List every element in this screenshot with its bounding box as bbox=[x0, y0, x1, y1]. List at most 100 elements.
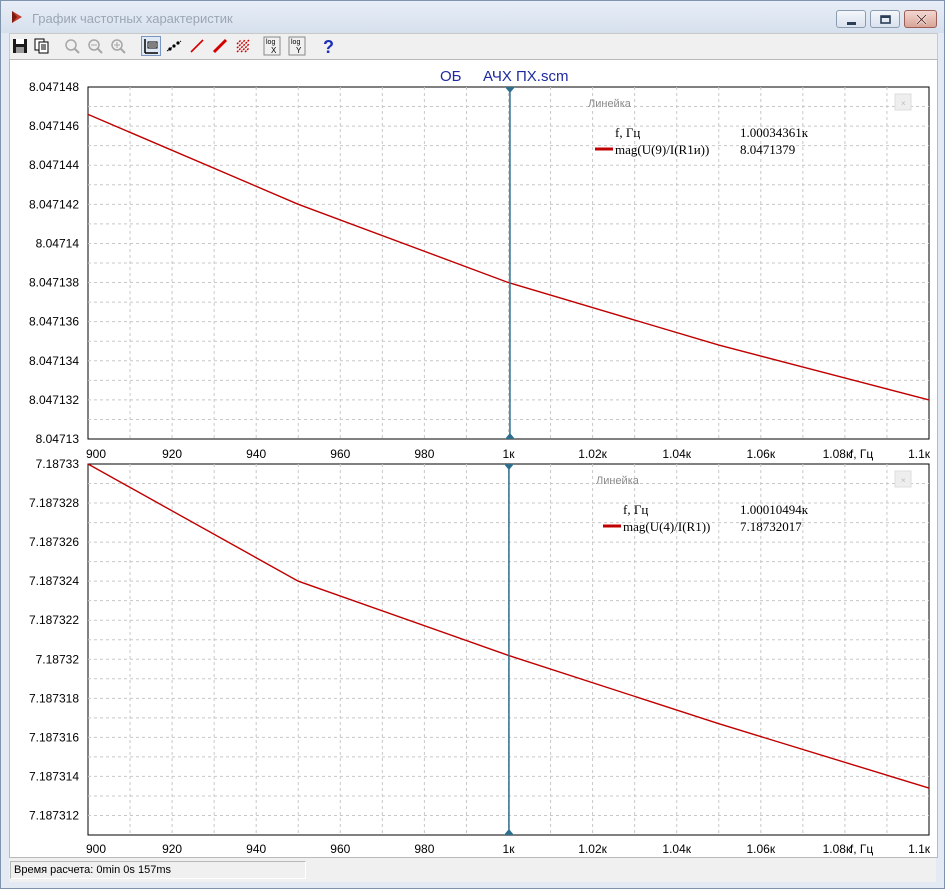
log-x-button[interactable]: log X bbox=[262, 36, 282, 56]
plot-area[interactable]: ОБ АЧХ ПХ.scm 8.04713 8.047132 8.047134 8.0… bbox=[9, 59, 938, 858]
bold-line-button[interactable] bbox=[210, 36, 230, 56]
y-tick-label: 8.047144 bbox=[29, 158, 79, 172]
y-tick-label: 7.187322 bbox=[29, 613, 79, 627]
restore-button[interactable] bbox=[870, 10, 900, 28]
copy-button[interactable] bbox=[32, 36, 52, 56]
minimize-icon bbox=[847, 22, 856, 25]
log-x-bottom: X bbox=[271, 46, 277, 55]
y-tick-label: 7.187324 bbox=[29, 574, 79, 588]
zoom-out-icon bbox=[88, 39, 103, 54]
copy-icon bbox=[34, 38, 49, 54]
line-button[interactable] bbox=[187, 36, 207, 56]
chart-panel-1: 8.04713 8.047132 8.047134 8.047136 8.047138 8… bbox=[29, 80, 931, 461]
plot-title-left: ОБ bbox=[440, 68, 462, 85]
x-tick-label: 1.04к bbox=[662, 842, 691, 856]
x-tick-label: 1.02к bbox=[578, 447, 607, 461]
x-tick-label: 920 bbox=[162, 447, 182, 461]
zoom-icon bbox=[65, 39, 80, 54]
y-tick-label: 8.047142 bbox=[29, 197, 79, 211]
y-tick-label: 8.047148 bbox=[29, 80, 79, 94]
log-x-icon: log X bbox=[263, 36, 281, 56]
close-icon bbox=[916, 14, 927, 25]
log-y-bottom: Y bbox=[296, 46, 302, 55]
x-tick-label: 1.04к bbox=[662, 447, 691, 461]
hatch-button[interactable] bbox=[233, 36, 253, 56]
ruler-freq-value: 1.00034361к bbox=[740, 125, 809, 140]
save-icon bbox=[13, 39, 27, 53]
help-icon: ? bbox=[323, 37, 334, 56]
toolbar: log X log Y ? bbox=[9, 33, 938, 60]
ruler-icon bbox=[144, 39, 158, 54]
y-tick-label: 8.047134 bbox=[29, 354, 79, 368]
y-tick-label: 7.18732 bbox=[36, 652, 80, 666]
ruler-series-label: mag(U(9)/I(R1и)) bbox=[615, 142, 709, 157]
x-tick-label: 1.02к bbox=[578, 842, 607, 856]
points-button[interactable] bbox=[164, 36, 184, 56]
ruler-button[interactable] bbox=[141, 36, 161, 56]
x-axis-label: f, Гц bbox=[850, 842, 874, 856]
y-tick-label: 7.187316 bbox=[29, 730, 79, 744]
x-tick-label: 940 bbox=[246, 842, 266, 856]
x-tick-label: 920 bbox=[162, 842, 182, 856]
plot-title-right: АЧХ ПХ.scm bbox=[483, 68, 568, 85]
zoom-out-button[interactable] bbox=[85, 36, 105, 56]
y-tick-label: 7.187328 bbox=[29, 496, 79, 510]
points-icon bbox=[166, 40, 182, 52]
y-tick-label: 7.187312 bbox=[29, 808, 79, 822]
x-tick-label: 1к bbox=[503, 842, 516, 856]
y-tick-label: 7.187318 bbox=[29, 691, 79, 705]
x-tick-label: 980 bbox=[414, 842, 434, 856]
minimize-button[interactable] bbox=[836, 10, 866, 28]
x-tick-label: 960 bbox=[330, 447, 350, 461]
y-tick-label: 7.187326 bbox=[29, 535, 79, 549]
close-button[interactable] bbox=[904, 10, 937, 28]
log-x-top: log bbox=[266, 39, 275, 46]
ruler-freq-value: 1.00010494к bbox=[740, 502, 809, 517]
x-tick-label: 940 bbox=[246, 447, 266, 461]
y-tick-label: 8.047132 bbox=[29, 393, 79, 407]
x-tick-label: 1.08к bbox=[823, 447, 852, 461]
zoom-button[interactable] bbox=[62, 36, 82, 56]
zoom-in-button[interactable] bbox=[108, 36, 128, 56]
status-calc-time: Время расчета: 0min 0s 157ms bbox=[10, 861, 306, 879]
y-tick-label: 8.04713 bbox=[36, 432, 80, 446]
x-tick-label: 1.06к bbox=[746, 447, 775, 461]
line-icon bbox=[190, 39, 204, 53]
x-tick-label: 1.06к bbox=[746, 842, 775, 856]
log-y-top: log bbox=[291, 39, 300, 46]
x-tick-label: 1.1к bbox=[908, 447, 931, 461]
y-tick-label: 7.187314 bbox=[29, 769, 79, 783]
ruler-series-value: 8.0471379 bbox=[740, 142, 795, 157]
x-tick-label: 960 bbox=[330, 842, 350, 856]
y-tick-label: 8.047136 bbox=[29, 315, 79, 329]
ruler-close-glyph: × bbox=[901, 476, 906, 485]
x-tick-label: 1к bbox=[503, 447, 516, 461]
save-button[interactable] bbox=[10, 36, 30, 56]
ruler-freq-label: f, Гц bbox=[615, 125, 640, 140]
x-tick-label: 980 bbox=[414, 447, 434, 461]
ruler-series-label: mag(U(4)/I(R1)) bbox=[623, 519, 710, 534]
help-glyph: ? bbox=[323, 37, 334, 56]
y-tick-label: 8.047138 bbox=[29, 276, 79, 290]
restore-icon bbox=[880, 15, 891, 24]
x-tick-label: 900 bbox=[86, 842, 106, 856]
y-tick-label: 8.047146 bbox=[29, 119, 79, 133]
ruler-freq-label: f, Гц bbox=[623, 502, 648, 517]
x-tick-label: 1.1к bbox=[908, 842, 931, 856]
title-bar: График частотных характеристик bbox=[1, 1, 944, 33]
x-tick-label: 900 bbox=[86, 447, 106, 461]
x-axis-label: f, Гц bbox=[850, 447, 874, 461]
ruler-title: Линейка bbox=[596, 475, 640, 487]
hatch-icon bbox=[236, 39, 250, 53]
help-button[interactable]: ? bbox=[318, 36, 338, 56]
x-tick-label: 1.08к bbox=[823, 842, 852, 856]
ruler-title: Линейка bbox=[588, 98, 632, 110]
zoom-in-icon bbox=[111, 39, 126, 54]
log-y-button[interactable]: log Y bbox=[287, 36, 307, 56]
chart-panel-2: 7.187312 7.187314 7.187316 7.187318 7.18732 7… bbox=[29, 457, 931, 856]
log-y-icon: log Y bbox=[288, 36, 306, 56]
bold-line-icon bbox=[212, 38, 228, 54]
plot-canvas[interactable]: ОБ АЧХ ПХ.scm 8.047138.0471328.0471348.0… bbox=[10, 60, 937, 857]
ruler-close-glyph: × bbox=[901, 99, 906, 108]
window-title: График частотных характеристик bbox=[32, 11, 233, 26]
